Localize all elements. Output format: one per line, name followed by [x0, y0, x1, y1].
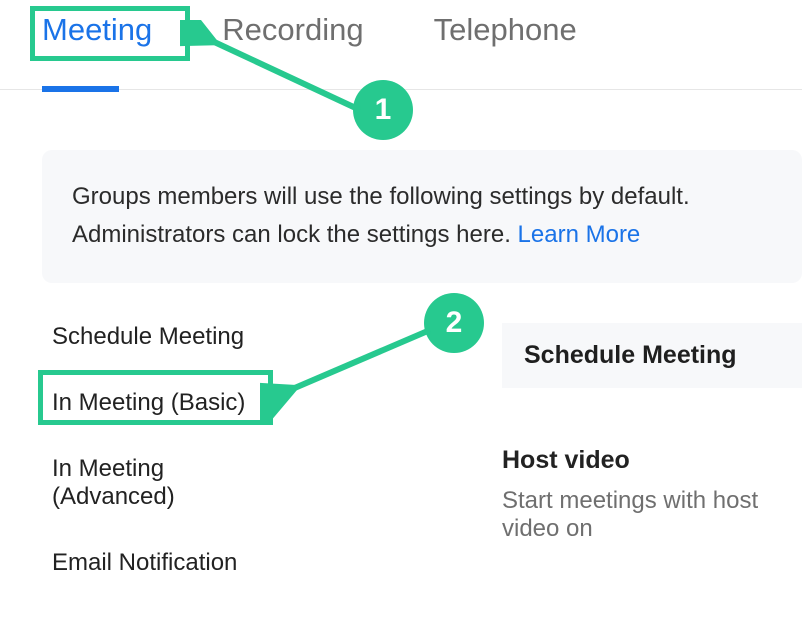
tab-telephone[interactable]: Telephone	[434, 12, 577, 68]
learn-more-link[interactable]: Learn More	[518, 221, 641, 248]
setting-subtitle-host-video: Start meetings with host video on	[502, 487, 802, 543]
tab-meeting[interactable]: Meeting	[42, 12, 152, 68]
sidebar-item-in-meeting-basic[interactable]: In Meeting (Basic)	[52, 389, 252, 417]
settings-side-nav: Schedule Meeting In Meeting (Basic) In M…	[0, 323, 252, 577]
settings-tabs: Meeting Recording Telephone	[0, 0, 802, 90]
sidebar-item-in-meeting-advanced[interactable]: In Meeting (Advanced)	[52, 455, 252, 511]
setting-title-host-video: Host video	[502, 446, 802, 475]
sidebar-item-email-notification[interactable]: Email Notification	[52, 549, 252, 577]
info-banner: Groups members will use the following se…	[42, 150, 802, 283]
settings-content: Schedule Meeting Host video Start meetin…	[252, 323, 802, 577]
settings-body: Schedule Meeting In Meeting (Basic) In M…	[0, 323, 802, 577]
section-header-schedule-meeting: Schedule Meeting	[502, 323, 802, 388]
tab-recording[interactable]: Recording	[222, 12, 363, 68]
sidebar-item-schedule-meeting[interactable]: Schedule Meeting	[52, 323, 252, 351]
